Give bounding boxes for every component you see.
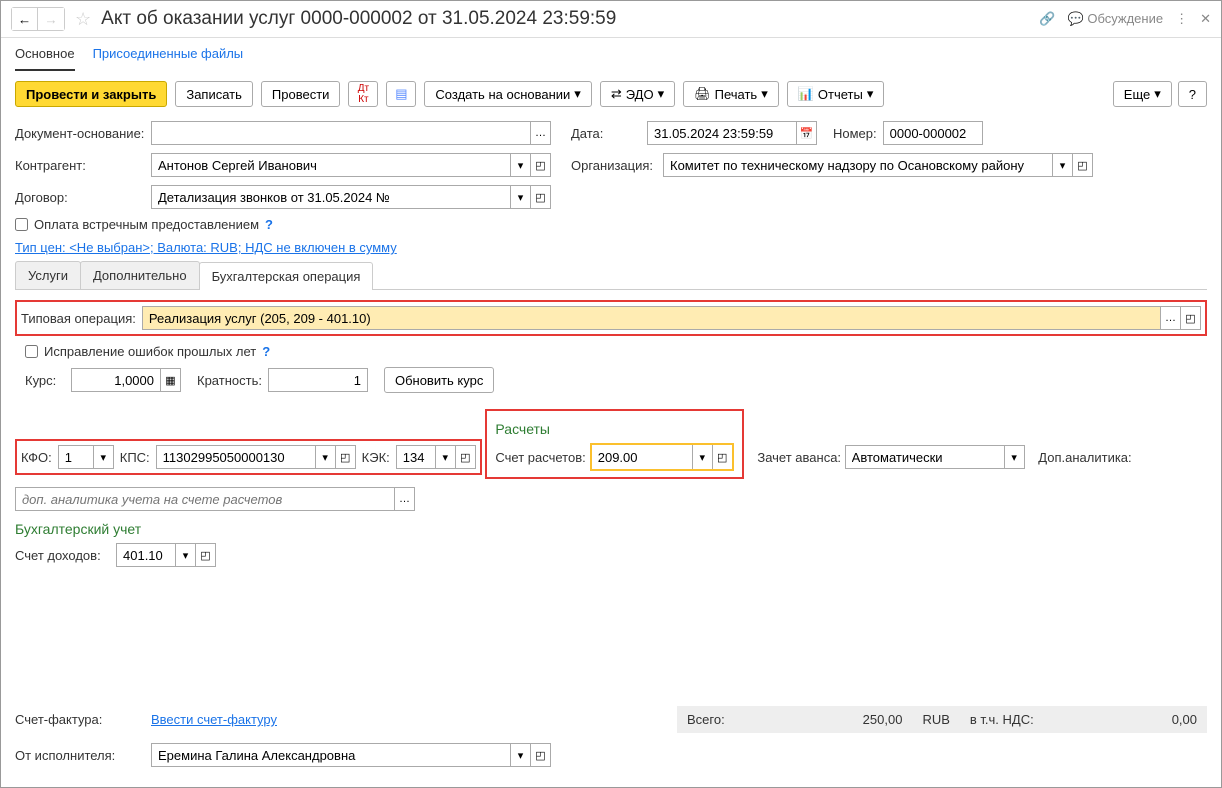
tab-dop[interactable]: Дополнительно (80, 261, 200, 289)
date-label: Дата: (571, 126, 641, 141)
kps-input[interactable] (156, 445, 316, 469)
ellipsis-icon[interactable]: … (531, 121, 551, 145)
date-input[interactable] (647, 121, 797, 145)
link-icon[interactable]: 🔗 (1039, 11, 1055, 27)
kps-label: КПС: (120, 450, 150, 465)
calendar-icon[interactable]: 📅 (797, 121, 817, 145)
kek-input[interactable] (396, 445, 436, 469)
org-input[interactable] (663, 153, 1053, 177)
open-icon[interactable]: ◰ (336, 445, 356, 469)
kek-label: КЭК: (362, 450, 390, 465)
typop-input[interactable] (142, 306, 1161, 330)
tab-buh[interactable]: Бухгалтерская операция (199, 262, 374, 290)
more-button[interactable]: Еще ▾ (1113, 81, 1172, 107)
fix-errors-label: Исправление ошибок прошлых лет (44, 344, 256, 359)
open-icon[interactable]: ◰ (531, 153, 551, 177)
chevron-down-icon[interactable]: ▾ (1053, 153, 1073, 177)
chevron-down-icon[interactable]: ▾ (436, 445, 456, 469)
krat-input[interactable] (268, 368, 368, 392)
post-and-close-button[interactable]: Провести и закрыть (15, 81, 167, 107)
schet-rasch-label: Счет расчетов: (495, 450, 585, 465)
sf-link[interactable]: Ввести счет-фактуру (151, 712, 277, 727)
dogovor-label: Договор: (15, 190, 145, 205)
chevron-down-icon[interactable]: ▾ (511, 185, 531, 209)
favorite-star-icon[interactable]: ☆ (75, 9, 91, 30)
chevron-down-icon[interactable]: ▾ (692, 445, 712, 469)
print-button[interactable]: 🖨 Печать ▾ (683, 81, 779, 107)
nav-forward-button[interactable]: → (38, 8, 64, 30)
currency: RUB (922, 712, 949, 727)
chevron-down-icon[interactable]: ▾ (176, 543, 196, 567)
org-label: Организация: (571, 158, 657, 173)
chevron-down-icon[interactable]: ▾ (511, 153, 531, 177)
total-value: 250,00 (863, 712, 903, 727)
counter-pay-label: Оплата встречным предоставлением (34, 217, 259, 232)
save-button[interactable]: Записать (175, 81, 253, 107)
dt-kt-icon[interactable]: ДтКт (348, 81, 378, 107)
isp-input[interactable] (151, 743, 511, 767)
ellipsis-icon[interactable]: … (395, 487, 415, 511)
kebab-icon[interactable]: ⋮ (1175, 11, 1188, 27)
tab-uslugi[interactable]: Услуги (15, 261, 81, 289)
typop-label: Типовая операция: (21, 311, 136, 326)
kontr-input[interactable] (151, 153, 511, 177)
kontr-label: Контрагент: (15, 158, 145, 173)
schet-doh-input[interactable] (116, 543, 176, 567)
page-title: Акт об оказании услуг 0000-000002 от 31.… (101, 8, 1033, 30)
update-kurs-button[interactable]: Обновить курс (384, 367, 494, 393)
calc-icon[interactable]: ▦ (161, 368, 181, 392)
krat-label: Кратность: (197, 373, 262, 388)
open-icon[interactable]: ◰ (196, 543, 216, 567)
kurs-input[interactable] (71, 368, 161, 392)
tab-main[interactable]: Основное (15, 38, 75, 71)
dogovor-input[interactable] (151, 185, 511, 209)
list-icon[interactable]: ▤ (386, 81, 416, 107)
schet-rasch-input[interactable] (592, 445, 692, 469)
zachet-input[interactable] (845, 445, 1005, 469)
nds-label: в т.ч. НДС: (970, 712, 1034, 727)
reports-button[interactable]: 📊 Отчеты ▾ (787, 81, 885, 107)
buh-uchet-heading: Бухгалтерский учет (15, 521, 1207, 537)
nds-value: 0,00 (1172, 712, 1197, 727)
chevron-down-icon[interactable]: ▾ (316, 445, 336, 469)
kfo-label: КФО: (21, 450, 52, 465)
doc-base-input[interactable] (151, 121, 531, 145)
dop-an-label: Доп.аналитика: (1038, 450, 1131, 465)
close-icon[interactable]: ✕ (1200, 11, 1211, 27)
discuss-button[interactable]: 💬 Обсуждение (1068, 11, 1164, 27)
number-label: Номер: (833, 126, 877, 141)
fix-errors-checkbox[interactable] (25, 345, 38, 358)
open-icon[interactable]: ◰ (456, 445, 476, 469)
nav-back-button[interactable]: ← (12, 8, 38, 30)
open-icon[interactable]: ◰ (1073, 153, 1093, 177)
total-label: Всего: (687, 712, 725, 727)
chevron-down-icon[interactable]: ▾ (1005, 445, 1025, 469)
edo-button[interactable]: ⇄ ЭДО ▾ (600, 81, 675, 107)
ellipsis-icon[interactable]: … (1161, 306, 1181, 330)
help-icon[interactable]: ? (262, 344, 270, 359)
chevron-down-icon[interactable]: ▾ (94, 445, 114, 469)
kurs-label: Курс: (25, 373, 65, 388)
kfo-input[interactable] (58, 445, 94, 469)
schet-doh-label: Счет доходов: (15, 548, 110, 563)
zachet-label: Зачет аванса: (757, 450, 841, 465)
tab-files[interactable]: Присоединенные файлы (93, 38, 244, 71)
open-icon[interactable]: ◰ (1181, 306, 1201, 330)
isp-label: От исполнителя: (15, 748, 145, 763)
open-icon[interactable]: ◰ (531, 185, 551, 209)
doc-base-label: Документ-основание: (15, 126, 145, 141)
chevron-down-icon[interactable]: ▾ (511, 743, 531, 767)
open-icon[interactable]: ◰ (712, 445, 732, 469)
number-input[interactable] (883, 121, 983, 145)
help-button[interactable]: ? (1178, 81, 1207, 107)
raschety-heading: Расчеты (495, 421, 733, 437)
create-based-button[interactable]: Создать на основании ▾ (424, 81, 591, 107)
sf-label: Счет-фактура: (15, 712, 145, 727)
counter-pay-checkbox[interactable] (15, 218, 28, 231)
price-type-link[interactable]: Тип цен: <Не выбран>; Валюта: RUB; НДС н… (15, 240, 397, 255)
open-icon[interactable]: ◰ (531, 743, 551, 767)
help-icon[interactable]: ? (265, 217, 273, 232)
dop-an-input[interactable] (15, 487, 395, 511)
post-button[interactable]: Провести (261, 81, 341, 107)
